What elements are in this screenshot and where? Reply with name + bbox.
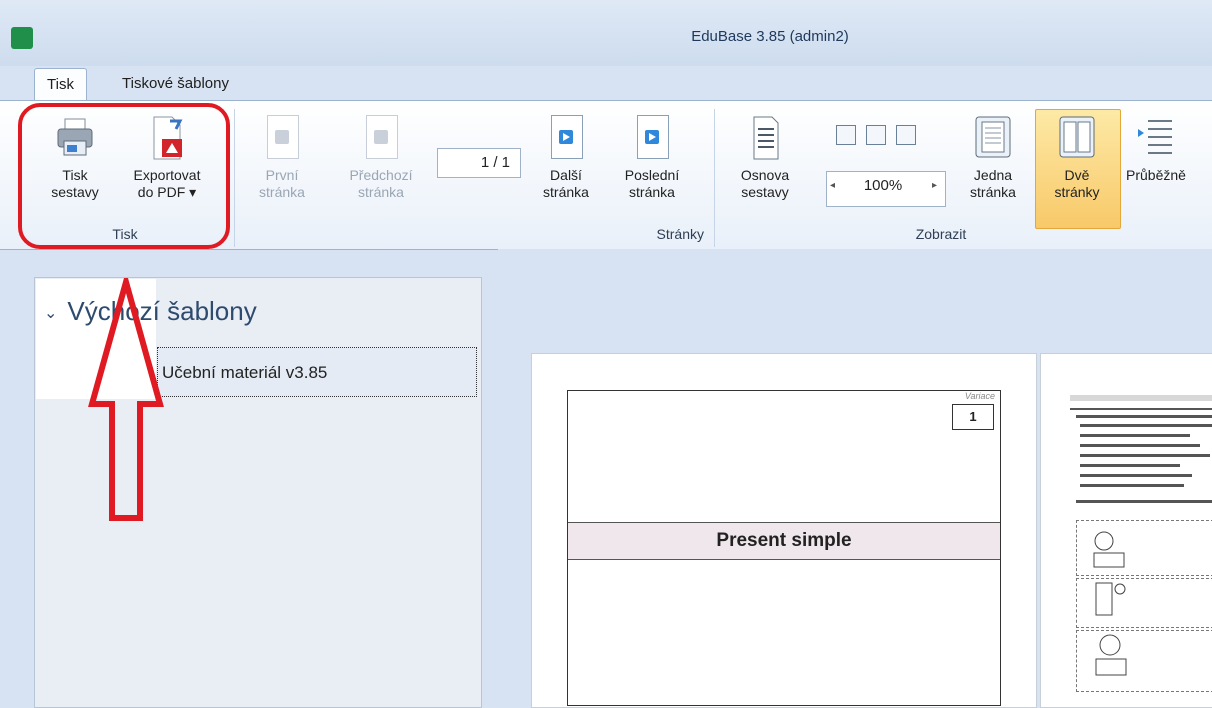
page2-text-line [1080, 454, 1210, 457]
next-label-1: Další [550, 167, 582, 183]
previous-label-2: stránka [358, 184, 404, 200]
zoom-fit-width-icon[interactable] [866, 125, 886, 145]
variant-label: Variace [964, 391, 995, 401]
zoom-fit-page-icon[interactable] [836, 125, 856, 145]
zoom-increase-icon[interactable]: ▸ [932, 180, 937, 191]
group-label-stranky-text: Stránky [656, 226, 704, 242]
page2-text-line [1076, 415, 1212, 418]
page2-rule [1070, 408, 1212, 410]
page2-text-line [1080, 424, 1212, 427]
separator [714, 109, 715, 247]
one-page-label-1: Jedna [973, 167, 1013, 183]
first-page-button[interactable]: První stránka [252, 115, 312, 201]
page2-text-line [1080, 484, 1184, 487]
page-counter-field[interactable]: 1 / 1 [437, 148, 521, 178]
window-title: EduBase 3.85 (admin2) [691, 28, 849, 45]
outline-label-2: sestavy [741, 184, 789, 200]
page2-text-line [1080, 464, 1180, 467]
page2-text-line [1080, 434, 1190, 437]
zoom-value[interactable]: 100% [848, 177, 918, 194]
page2-header [1070, 395, 1212, 401]
group-label-zobrazit: Zobrazit [915, 226, 967, 242]
page2-illustrations-icon [1093, 531, 1127, 676]
previous-page-button[interactable]: Předchozí stránka [336, 115, 426, 201]
next-page-button[interactable]: Další stránka [536, 115, 596, 201]
continuous-button[interactable]: Průběžně [1126, 115, 1212, 184]
tab-tiskove-sablony[interactable]: Tiskové šablony [110, 68, 241, 100]
outline-icon [746, 115, 784, 161]
last-page-icon [633, 115, 671, 161]
separator [234, 109, 235, 247]
first-label-2: stránka [259, 184, 305, 200]
first-page-icon [263, 115, 301, 161]
continuous-icon [1136, 115, 1174, 161]
one-page-button[interactable]: Jedna stránka [958, 115, 1028, 201]
annotation-arrow-up-icon [88, 278, 164, 521]
zoom-decrease-icon[interactable]: ◂ [830, 180, 835, 191]
page2-text-line [1076, 500, 1212, 503]
zoom-100-icon[interactable] [896, 125, 916, 145]
last-page-button[interactable]: Poslední stránka [612, 115, 692, 201]
annotation-highlight-box [18, 103, 230, 249]
page2-text-line [1080, 474, 1192, 477]
two-pages-button[interactable]: Dvě stránky [1040, 115, 1114, 201]
two-pages-label-1: Dvě [1064, 167, 1090, 183]
tab-tisk[interactable]: Tisk [34, 68, 87, 102]
report-outline-button[interactable]: Osnova sestavy [730, 115, 800, 201]
next-page-icon [547, 115, 585, 161]
tree-item-template[interactable]: Učební materiál v3.85 [157, 347, 477, 397]
one-page-label-2: stránka [970, 184, 1016, 200]
first-label-1: První [265, 167, 299, 183]
variant-number: 1 [952, 404, 994, 430]
previous-page-icon [362, 115, 400, 161]
last-label-1: Poslední [624, 167, 680, 183]
one-page-icon [974, 115, 1012, 161]
next-label-2: stránka [543, 184, 589, 200]
document-title: Present simple [568, 522, 1000, 560]
two-pages-icon [1058, 115, 1096, 161]
page2-text-line [1080, 444, 1200, 447]
group-label-stranky: Stránky [236, 226, 714, 242]
outline-label-1: Osnova [740, 167, 790, 183]
chevron-down-icon[interactable]: ⌄ [44, 305, 57, 322]
continuous-label: Průběžně [1126, 167, 1186, 183]
previous-label-1: Předchozí [349, 167, 413, 183]
two-pages-label-2: stránky [1054, 184, 1100, 200]
last-label-2: stránka [629, 184, 675, 200]
